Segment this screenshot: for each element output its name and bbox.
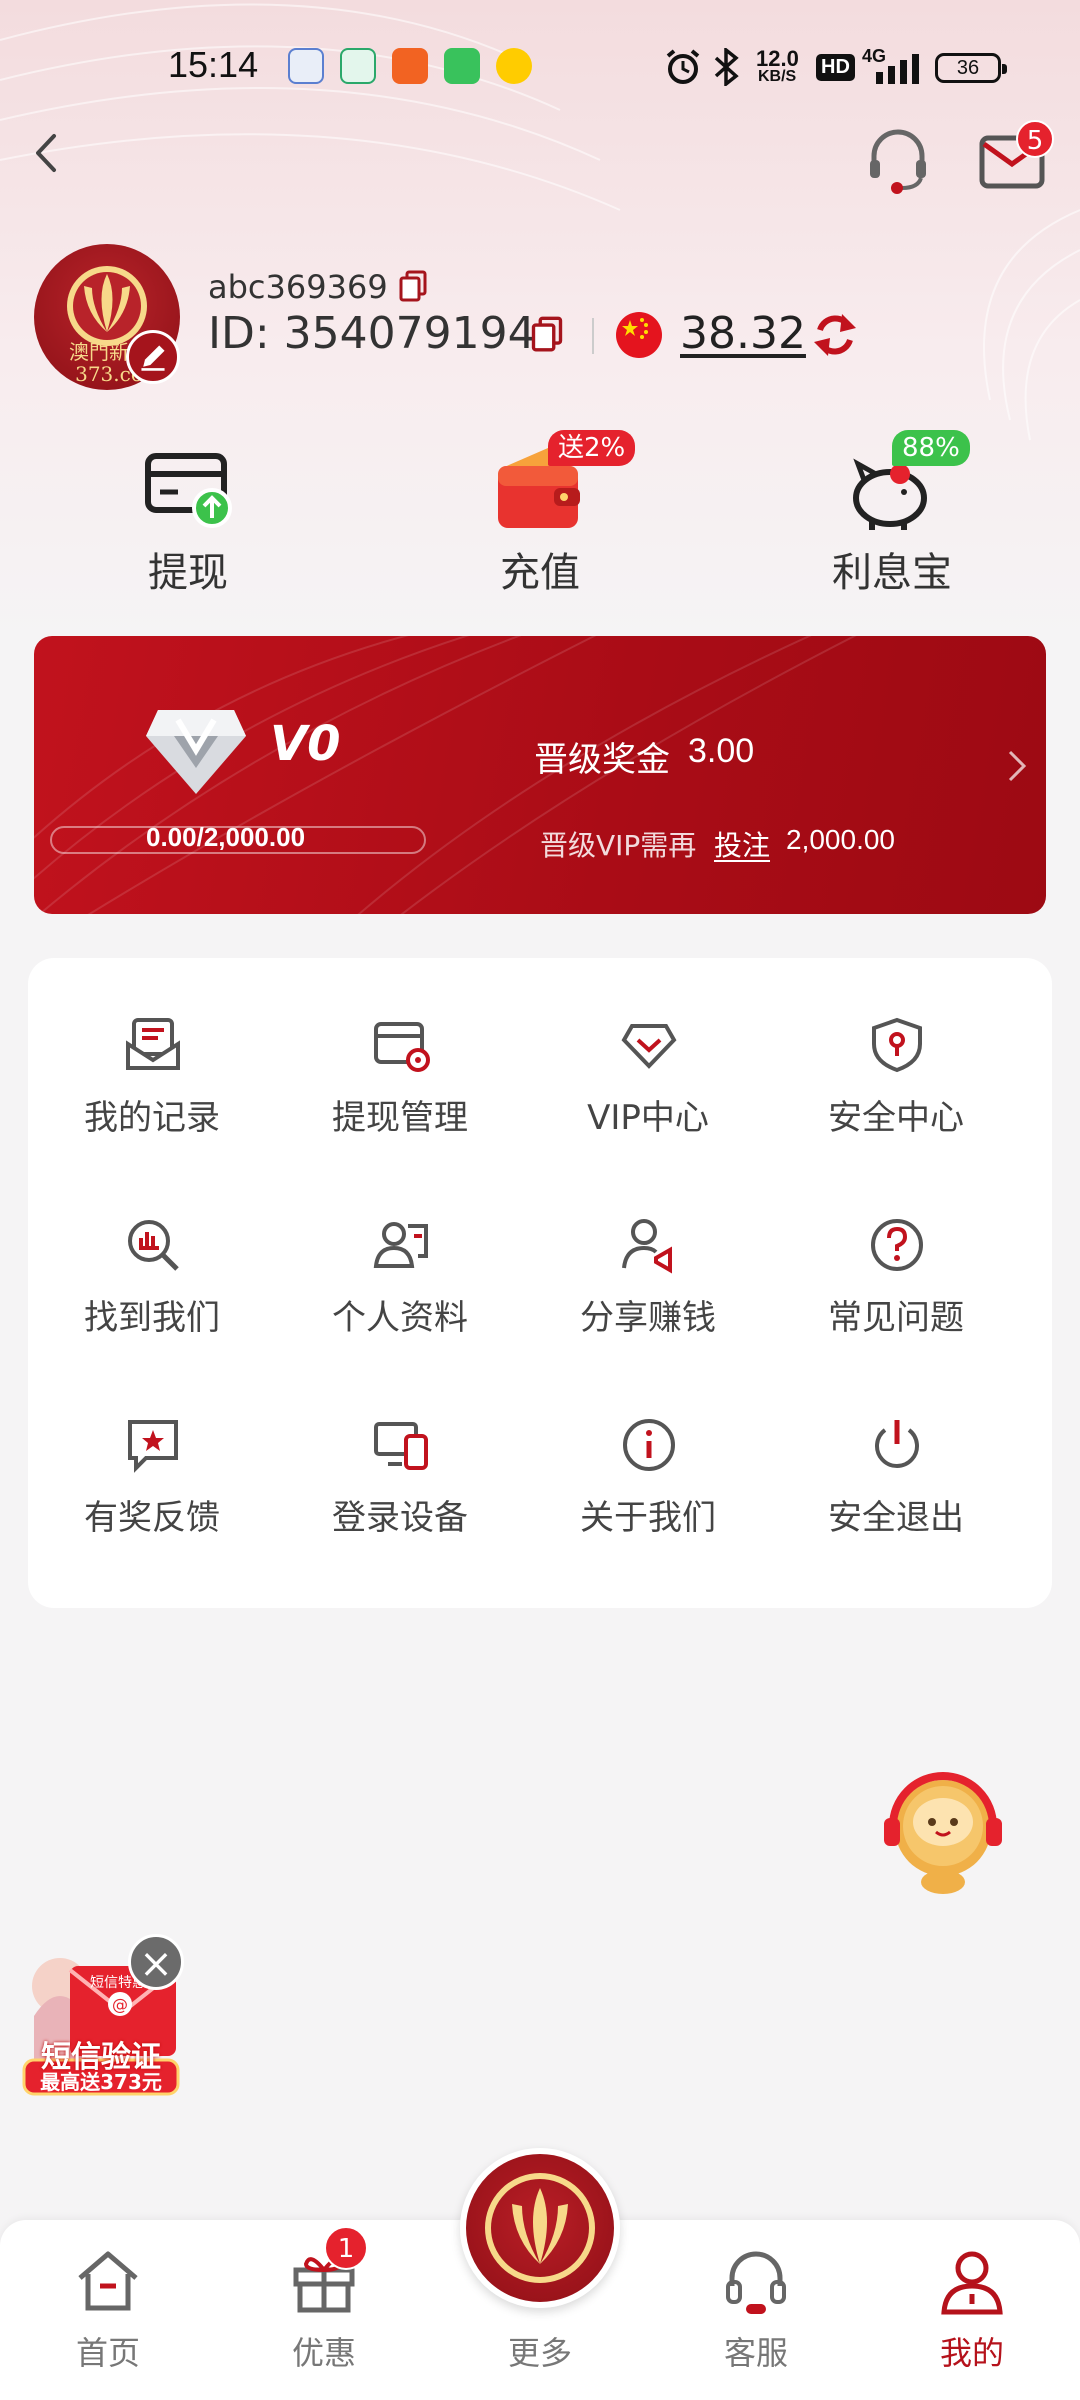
menu-item-logout[interactable]: 安全退出 <box>772 1358 1020 1558</box>
floating-support-mascot-icon[interactable] <box>878 1770 1008 1896</box>
menu-label: 关于我们 <box>580 1498 716 1538</box>
nav-label: 客服 <box>723 2334 788 2372</box>
deposit-bonus-badge: 送2% <box>548 430 636 466</box>
nav-label: 我的 <box>939 2334 1004 2372</box>
vip-bet-link[interactable]: 投注 <box>714 824 770 864</box>
record-icon <box>126 1018 180 1070</box>
brand-logo-icon <box>485 2173 595 2283</box>
menu-item-share[interactable]: 分享赚钱 <box>524 1158 772 1358</box>
menu-item-about[interactable]: 关于我们 <box>524 1358 772 1558</box>
withdraw-label: 提现 <box>148 550 228 596</box>
nav-promotions[interactable]: 优惠 <box>244 2240 404 2380</box>
user-icon <box>941 2251 1003 2315</box>
menu-item-faq[interactable]: 常见问题 <box>772 1158 1020 1358</box>
vip-level: V0 <box>270 716 341 772</box>
promo-subtitle: 最高送373元 <box>40 2070 162 2094</box>
menu-label: 安全退出 <box>828 1498 964 1538</box>
nav-label: 首页 <box>75 2334 140 2372</box>
devices-icon <box>374 1422 428 1470</box>
share-icon <box>622 1219 672 1274</box>
copy-username-icon[interactable] <box>398 270 428 302</box>
menu-item-find-us[interactable]: 找到我们 <box>28 1158 276 1358</box>
net-speed-unit: KB/S <box>758 68 797 85</box>
copy-id-icon[interactable] <box>530 316 564 352</box>
interest-label: 利息宝 <box>832 550 952 596</box>
vip-bonus-label: 晋级奖金 <box>534 740 670 780</box>
menu-card: 我的记录 提现管理 VIP中心 安全中心 找到我们 个人资料 分享赚钱 常见问题… <box>28 958 1052 1608</box>
menu-label: 安全中心 <box>828 1098 964 1138</box>
user-id: ID: 354079194 <box>208 308 536 359</box>
nav-support[interactable]: 客服 <box>676 2240 836 2380</box>
menu-item-devices[interactable]: 登录设备 <box>276 1358 524 1558</box>
username: abc369369 <box>208 268 388 306</box>
refresh-balance-icon[interactable] <box>812 310 858 360</box>
piggy-bank-icon <box>853 458 927 530</box>
menu-label: 常见问题 <box>828 1298 964 1338</box>
nav-more[interactable] <box>460 2148 620 2308</box>
customer-service-icon[interactable] <box>866 126 930 196</box>
china-flag-icon <box>616 312 662 358</box>
edit-avatar-icon[interactable] <box>126 330 180 384</box>
bluetooth-icon <box>714 48 739 86</box>
menu-item-vip[interactable]: VIP中心 <box>524 958 772 1158</box>
headset-icon <box>726 2251 786 2314</box>
menu-label: 提现管理 <box>332 1098 468 1138</box>
interest-rate-badge: 88% <box>892 430 970 466</box>
vip-need-value: 2,000.00 <box>786 824 895 855</box>
menu-item-profile[interactable]: 个人资料 <box>276 1158 524 1358</box>
status-time: 15:14 <box>168 44 259 85</box>
menu-item-security[interactable]: 安全中心 <box>772 958 1020 1158</box>
nav-label: 更多 <box>507 2334 572 2372</box>
battery-indicator: 36 <box>935 53 1007 83</box>
menu-label: 个人资料 <box>332 1298 468 1338</box>
message-badge: 5 <box>1016 120 1054 158</box>
profile-icon <box>373 1222 428 1268</box>
vip-diamond-icon <box>146 710 246 794</box>
deposit-label: 充值 <box>500 550 580 596</box>
status-bar: 15:14 12.0 KB/S HD 4G 36 <box>0 0 1080 140</box>
feedback-icon <box>128 1420 178 1473</box>
close-icon[interactable]: × <box>128 1934 184 1990</box>
menu-item-records[interactable]: 我的记录 <box>28 958 276 1158</box>
signal-icon <box>876 54 919 84</box>
find-us-icon <box>128 1220 179 1271</box>
question-icon <box>871 1219 923 1271</box>
vip-progress-text: 0.00/2,000.00 <box>146 822 306 852</box>
menu-item-withdraw-manage[interactable]: 提现管理 <box>276 958 524 1158</box>
menu-item-feedback[interactable]: 有奖反馈 <box>28 1358 276 1558</box>
back-icon[interactable] <box>26 132 68 174</box>
menu-label: 有奖反馈 <box>84 1498 220 1538</box>
nav-mine[interactable]: 我的 <box>892 2240 1052 2380</box>
shield-icon <box>872 1017 922 1073</box>
vip-bonus-value: 3.00 <box>688 732 755 770</box>
chevron-right-icon <box>1008 750 1027 782</box>
vip-card[interactable]: V0 晋级奖金 3.00 0.00/2,000.00 晋级VIP需再 投注 2,… <box>34 636 1046 914</box>
menu-label: 找到我们 <box>84 1298 220 1338</box>
withdraw-manage-icon <box>374 1022 430 1072</box>
withdraw-card-icon <box>145 453 232 528</box>
app-notification-icon <box>340 48 376 84</box>
power-icon <box>875 1420 919 1468</box>
vip-icon <box>621 1024 677 1069</box>
balance[interactable]: 38.32 <box>680 308 806 359</box>
menu-label: 登录设备 <box>332 1498 468 1538</box>
nav-home[interactable]: 首页 <box>28 2240 188 2380</box>
menu-label: 我的记录 <box>84 1098 220 1138</box>
vip-need-label: 晋级VIP需再 <box>540 829 697 862</box>
promotions-badge: 1 <box>324 2226 368 2270</box>
app-notification-icon <box>288 48 324 84</box>
app-notification-icon <box>392 48 428 84</box>
app-notification-icon <box>444 48 480 84</box>
info-icon <box>623 1419 675 1471</box>
menu-label: VIP中心 <box>587 1098 709 1138</box>
svg-text:@: @ <box>112 1995 128 2014</box>
hd-badge: HD <box>816 54 855 81</box>
home-icon <box>78 2251 138 2311</box>
nav-label: 优惠 <box>291 2334 356 2372</box>
menu-label: 分享赚钱 <box>580 1298 716 1338</box>
divider <box>592 318 594 354</box>
alarm-icon <box>666 49 700 84</box>
app-notification-icon <box>496 48 532 84</box>
